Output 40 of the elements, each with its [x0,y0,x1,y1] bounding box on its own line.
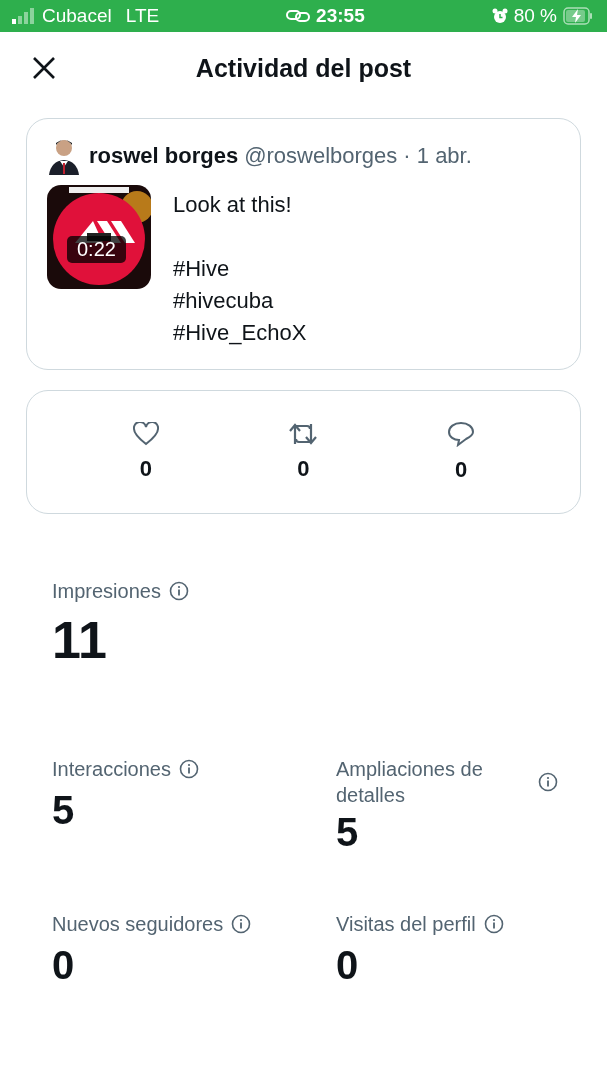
metric-label: Interacciones [52,757,171,782]
hashtag[interactable]: #Hive [173,253,307,285]
metric-label: Impresiones [52,579,161,604]
clock-time: 23:55 [316,5,365,27]
metric-label: Nuevos seguidores [52,912,224,937]
alarm-icon [491,8,508,24]
info-icon[interactable] [483,914,504,934]
metric-label: Ampliaciones de detalles [336,757,484,808]
author-name: roswel borges [89,143,239,169]
author-handle: @roswelborges [244,143,398,169]
metric-value: 5 [336,810,360,855]
heart-icon [132,422,159,446]
signal-icon [12,8,36,24]
battery-percent: 80 % [513,5,557,27]
network-type: LTE [125,5,160,27]
repost-icon [288,422,319,446]
metric-value: 0 [336,943,360,988]
page-title: Actividad del post [195,53,412,83]
info-icon[interactable] [178,759,199,779]
battery-charging-icon [563,7,593,25]
link-icon [286,9,311,23]
info-icon[interactable] [538,772,558,792]
hashtag[interactable]: #Hive_EchoX [173,317,307,349]
close-icon [32,56,56,80]
reply-icon [447,421,476,447]
post-date: · 1 abr. [403,143,472,169]
engagement-count: 0 [139,456,152,482]
avatar-icon [47,137,81,175]
metric-value: 5 [52,788,76,833]
hashtag[interactable]: #hivecuba [173,285,307,317]
info-icon[interactable] [231,914,252,934]
carrier-name: Cubacel [42,5,112,27]
post-text: Look at this! [173,191,293,219]
metric-value: 11 [52,610,108,670]
engagement-count: 0 [297,456,310,482]
video-duration: 0:22 [67,236,126,263]
metric-value: 0 [52,943,76,988]
engagement-count: 0 [455,457,468,483]
info-icon[interactable] [168,581,189,601]
metric-label: Visitas del perfil [336,912,476,937]
